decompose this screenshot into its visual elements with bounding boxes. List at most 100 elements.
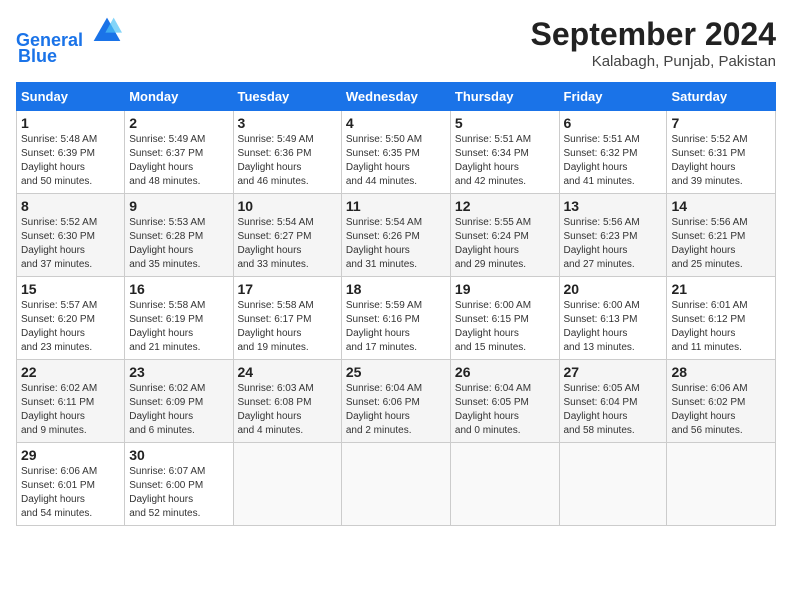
sunset-text: Sunset: 6:35 PM	[346, 148, 420, 159]
month-title: September 2024	[531, 16, 776, 53]
sunset-text: Sunset: 6:39 PM	[21, 148, 95, 159]
calendar-cell: 7Sunrise: 5:52 AMSunset: 6:31 PMDaylight…	[667, 111, 776, 194]
logo: General Blue	[16, 16, 122, 67]
sunset-text: Sunset: 6:09 PM	[129, 397, 203, 408]
sunset-text: Sunset: 6:01 PM	[21, 480, 95, 491]
daylight-duration: and 39 minutes.	[671, 176, 742, 187]
daylight-duration: and 4 minutes.	[238, 425, 304, 436]
weekday-header-row: SundayMondayTuesdayWednesdayThursdayFrid…	[17, 83, 776, 111]
sunrise-text: Sunrise: 6:06 AM	[671, 383, 747, 394]
sunset-text: Sunset: 6:27 PM	[238, 231, 312, 242]
day-number: 5	[455, 115, 555, 131]
daylight-label: Daylight hours	[346, 162, 410, 173]
calendar-cell	[667, 443, 776, 526]
daylight-label: Daylight hours	[21, 411, 85, 422]
calendar-cell	[559, 443, 667, 526]
sunset-text: Sunset: 6:06 PM	[346, 397, 420, 408]
weekday-header-cell: Sunday	[17, 83, 125, 111]
calendar-cell: 3Sunrise: 5:49 AMSunset: 6:36 PMDaylight…	[233, 111, 341, 194]
daylight-duration: and 48 minutes.	[129, 176, 200, 187]
weekday-header-cell: Saturday	[667, 83, 776, 111]
sunrise-text: Sunrise: 5:56 AM	[564, 217, 640, 228]
daylight-label: Daylight hours	[129, 494, 193, 505]
sunset-text: Sunset: 6:30 PM	[21, 231, 95, 242]
day-number: 20	[564, 281, 663, 297]
day-info: Sunrise: 6:07 AMSunset: 6:00 PMDaylight …	[129, 465, 228, 521]
sunrise-text: Sunrise: 5:59 AM	[346, 300, 422, 311]
day-number: 11	[346, 198, 446, 214]
sunrise-text: Sunrise: 5:54 AM	[238, 217, 314, 228]
sunset-text: Sunset: 6:13 PM	[564, 314, 638, 325]
location: Kalabagh, Punjab, Pakistan	[531, 53, 776, 70]
day-info: Sunrise: 5:54 AMSunset: 6:26 PMDaylight …	[346, 216, 446, 272]
day-number: 13	[564, 198, 663, 214]
calendar-cell	[450, 443, 559, 526]
daylight-duration: and 41 minutes.	[564, 176, 635, 187]
calendar-cell: 2Sunrise: 5:49 AMSunset: 6:37 PMDaylight…	[125, 111, 233, 194]
daylight-label: Daylight hours	[21, 494, 85, 505]
calendar-week-row: 22Sunrise: 6:02 AMSunset: 6:11 PMDayligh…	[17, 360, 776, 443]
day-number: 16	[129, 281, 228, 297]
daylight-label: Daylight hours	[671, 162, 735, 173]
weekday-header-cell: Friday	[559, 83, 667, 111]
sunset-text: Sunset: 6:08 PM	[238, 397, 312, 408]
calendar-cell: 18Sunrise: 5:59 AMSunset: 6:16 PMDayligh…	[341, 277, 450, 360]
sunrise-text: Sunrise: 6:00 AM	[564, 300, 640, 311]
day-number: 1	[21, 115, 120, 131]
daylight-label: Daylight hours	[564, 162, 628, 173]
sunrise-text: Sunrise: 5:56 AM	[671, 217, 747, 228]
day-info: Sunrise: 5:57 AMSunset: 6:20 PMDaylight …	[21, 299, 120, 355]
daylight-label: Daylight hours	[129, 328, 193, 339]
calendar-cell: 19Sunrise: 6:00 AMSunset: 6:15 PMDayligh…	[450, 277, 559, 360]
day-info: Sunrise: 6:00 AM Sunset: 6:15 PM Daylight …	[455, 299, 555, 355]
day-number: 17	[238, 281, 337, 297]
daylight-duration: and 15 minutes.	[455, 342, 526, 353]
daylight-label: Daylight hours	[346, 411, 410, 422]
day-number: 4	[346, 115, 446, 131]
daylight-duration: and 56 minutes.	[671, 425, 742, 436]
calendar-cell: 5 Sunrise: 5:51 AMSunset: 6:34 PMDaylight…	[450, 111, 559, 194]
weekday-header-cell: Tuesday	[233, 83, 341, 111]
day-number: 30	[129, 447, 228, 463]
calendar-cell: 22Sunrise: 6:02 AMSunset: 6:11 PMDayligh…	[17, 360, 125, 443]
daylight-duration: and 27 minutes.	[564, 259, 635, 270]
calendar-cell: 6Sunrise: 5:51 AMSunset: 6:32 PMDaylight…	[559, 111, 667, 194]
sunset-text: Sunset: 6:37 PM	[129, 148, 203, 159]
sunset-text: Sunset: 6:15 PM	[455, 314, 529, 325]
sunrise-text: Sunrise: 6:02 AM	[21, 383, 97, 394]
day-info: Sunrise: 6:02 AMSunset: 6:09 PMDaylight …	[129, 382, 228, 438]
sunset-text: Sunset: 6:26 PM	[346, 231, 420, 242]
daylight-duration: and 6 minutes.	[129, 425, 195, 436]
calendar-cell: 23Sunrise: 6:02 AMSunset: 6:09 PMDayligh…	[125, 360, 233, 443]
day-number: 14	[671, 198, 771, 214]
weekday-header-cell: Monday	[125, 83, 233, 111]
sunrise-text: Sunrise: 5:55 AM	[455, 217, 531, 228]
daylight-label: Daylight hours	[455, 328, 519, 339]
daylight-duration: and 58 minutes.	[564, 425, 635, 436]
daylight-duration: and 31 minutes.	[346, 259, 417, 270]
day-info: Sunrise: 5:51 AMSunset: 6:34 PMDaylight …	[455, 133, 555, 189]
calendar-cell: 29 Sunrise: 6:06 AMSunset: 6:01 PMDayligh…	[17, 443, 125, 526]
sunrise-text: Sunrise: 6:03 AM	[238, 383, 314, 394]
daylight-label: Daylight hours	[671, 411, 735, 422]
day-info: Sunrise: 6:06 AMSunset: 6:02 PMDaylight …	[671, 382, 771, 438]
calendar-cell: 30 Sunrise: 6:07 AMSunset: 6:00 PMDayligh…	[125, 443, 233, 526]
daylight-label: Daylight hours	[238, 411, 302, 422]
daylight-label: Daylight hours	[671, 328, 735, 339]
day-number: 12	[455, 198, 555, 214]
day-number: 7	[671, 115, 771, 131]
daylight-label: Daylight hours	[564, 328, 628, 339]
sunrise-text: Sunrise: 5:48 AM	[21, 134, 97, 145]
day-info: Sunrise: 5:48 AMSunset: 6:39 PMDaylight …	[21, 133, 120, 189]
day-info: Sunrise: 5:50 AMSunset: 6:35 PMDaylight …	[346, 133, 446, 189]
day-info: Sunrise: 5:54 AMSunset: 6:27 PMDaylight …	[238, 216, 337, 272]
daylight-duration: and 50 minutes.	[21, 176, 92, 187]
daylight-label: Daylight hours	[564, 411, 628, 422]
day-info: Sunrise: 6:06 AMSunset: 6:01 PMDaylight …	[21, 465, 120, 521]
daylight-label: Daylight hours	[346, 328, 410, 339]
calendar-week-row: 8Sunrise: 5:52 AMSunset: 6:30 PMDaylight…	[17, 194, 776, 277]
day-number: 29	[21, 447, 120, 463]
sunrise-text: Sunrise: 6:00 AM	[455, 300, 531, 311]
calendar-cell: 24Sunrise: 6:03 AMSunset: 6:08 PMDayligh…	[233, 360, 341, 443]
daylight-label: Daylight hours	[455, 162, 519, 173]
